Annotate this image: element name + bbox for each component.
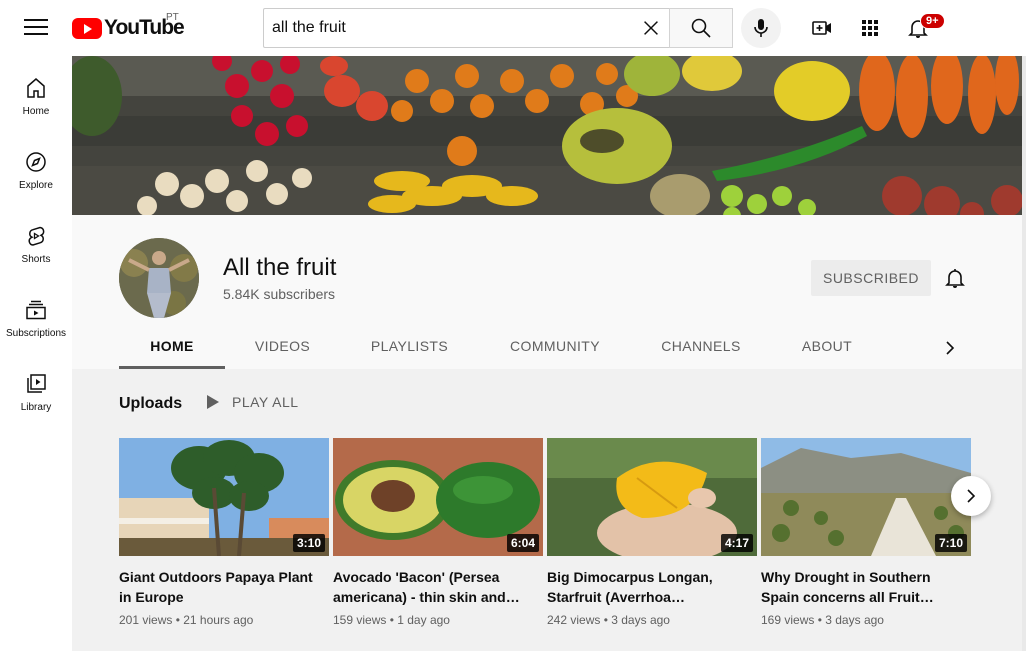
home-icon	[27, 78, 45, 98]
video-title[interactable]: Avocado 'Bacon' (Persea americana) - thi…	[333, 567, 543, 607]
channel-avatar[interactable]	[119, 238, 199, 318]
tab-channels[interactable]: CHANNELS	[631, 329, 771, 369]
search-bar: all the fruit	[263, 8, 733, 48]
shelf-next-button[interactable]	[951, 476, 991, 516]
create-video-icon[interactable]	[810, 16, 834, 40]
video-title[interactable]: Big Dimocarpus Longan, Starfruit (Averrh…	[547, 567, 757, 607]
subscriptions-icon	[26, 300, 46, 320]
chevron-right-icon	[967, 489, 976, 503]
video-card[interactable]: 6:04 Avocado 'Bacon' (Persea americana) …	[333, 438, 543, 627]
sidebar-item-label: Explore	[19, 180, 53, 191]
tab-home[interactable]: HOME	[119, 329, 225, 369]
video-age: 21 hours ago	[183, 613, 254, 627]
video-meta: 201 views • 21 hours ago	[119, 613, 254, 627]
tab-community[interactable]: COMMUNITY	[479, 329, 631, 369]
sidebar: Home Explore Shorts Subscriptions Librar…	[0, 56, 72, 651]
search-input[interactable]: all the fruit	[263, 8, 669, 48]
play-all-label: PLAY ALL	[232, 394, 299, 410]
video-duration: 6:04	[506, 534, 539, 552]
video-thumbnail[interactable]: 6:04	[333, 438, 543, 556]
sidebar-item-home[interactable]: Home	[0, 56, 72, 130]
fruit-banner-image	[72, 56, 1022, 215]
video-views: 159 views	[333, 613, 387, 627]
video-meta: 169 views • 3 days ago	[761, 613, 884, 627]
video-meta: 159 views • 1 day ago	[333, 613, 450, 627]
mic-icon	[754, 19, 768, 37]
sidebar-item-library[interactable]: Library	[0, 352, 72, 426]
subscribed-button[interactable]: SUBSCRIBED	[811, 260, 931, 296]
avatar-image	[119, 238, 199, 318]
video-duration: 3:10	[292, 534, 325, 552]
video-title[interactable]: Why Drought in Southern Spain concerns a…	[761, 567, 971, 607]
tab-about[interactable]: ABOUT	[771, 329, 883, 369]
top-bar: YouTube PT all the fruit 9+	[0, 0, 1026, 56]
video-title[interactable]: Giant Outdoors Papaya Plant in Europe	[119, 567, 329, 607]
country-code: PT	[166, 12, 179, 23]
video-card[interactable]: 3:10 Giant Outdoors Papaya Plant in Euro…	[119, 438, 329, 627]
notification-badge: 9+	[920, 13, 945, 29]
video-thumbnail[interactable]: 3:10	[119, 438, 329, 556]
library-icon	[27, 374, 46, 393]
notification-bell-icon[interactable]	[943, 266, 967, 290]
channel-header: All the fruit 5.84K subscribers SUBSCRIB…	[72, 215, 1022, 369]
video-duration: 7:10	[934, 534, 967, 552]
apps-icon[interactable]	[858, 16, 882, 40]
sidebar-item-subscriptions[interactable]: Subscriptions	[0, 278, 72, 352]
section-title[interactable]: Uploads	[119, 395, 182, 413]
play-icon	[207, 395, 219, 409]
video-age: 1 day ago	[397, 613, 450, 627]
sidebar-item-label: Shorts	[21, 254, 51, 265]
video-thumbnail[interactable]: 7:10	[761, 438, 971, 556]
video-age: 3 days ago	[825, 613, 884, 627]
channel-tabs: HOME VIDEOS PLAYLISTS COMMUNITY CHANNELS…	[119, 329, 883, 369]
uploads-section: Uploads PLAY ALL 3:10 Giant Outdoors Pap…	[72, 369, 1022, 651]
video-duration: 4:17	[720, 534, 753, 552]
shorts-icon	[28, 226, 45, 246]
tab-videos[interactable]: VIDEOS	[225, 329, 340, 369]
channel-banner	[72, 56, 1022, 215]
video-age: 3 days ago	[611, 613, 670, 627]
video-views: 201 views	[119, 613, 173, 627]
compass-icon	[26, 152, 46, 172]
search-button[interactable]	[669, 8, 733, 48]
video-card[interactable]: 4:17 Big Dimocarpus Longan, Starfruit (A…	[547, 438, 757, 627]
tab-playlists[interactable]: PLAYLISTS	[340, 329, 479, 369]
sidebar-item-label: Home	[22, 106, 50, 117]
page-scrollbar[interactable]	[1022, 56, 1026, 651]
sidebar-item-explore[interactable]: Explore	[0, 130, 72, 204]
video-thumbnail[interactable]: 4:17	[547, 438, 757, 556]
video-card[interactable]: 7:10 Why Drought in Southern Spain conce…	[761, 438, 971, 627]
video-views: 169 views	[761, 613, 815, 627]
chevron-right-icon[interactable]	[938, 336, 962, 360]
menu-icon[interactable]	[24, 19, 48, 37]
youtube-play-icon	[72, 17, 102, 39]
video-meta: 242 views • 3 days ago	[547, 613, 670, 627]
clear-icon[interactable]	[640, 17, 662, 39]
sidebar-item-label: Library	[20, 402, 52, 413]
sidebar-item-shorts[interactable]: Shorts	[0, 204, 72, 278]
search-icon	[691, 18, 711, 38]
channel-name: All the fruit	[223, 254, 337, 281]
video-views: 242 views	[547, 613, 601, 627]
mic-button[interactable]	[741, 8, 781, 48]
sidebar-item-label: Subscriptions	[5, 328, 67, 339]
subscriber-count: 5.84K subscribers	[223, 286, 336, 302]
play-all-button[interactable]: PLAY ALL	[206, 394, 299, 410]
